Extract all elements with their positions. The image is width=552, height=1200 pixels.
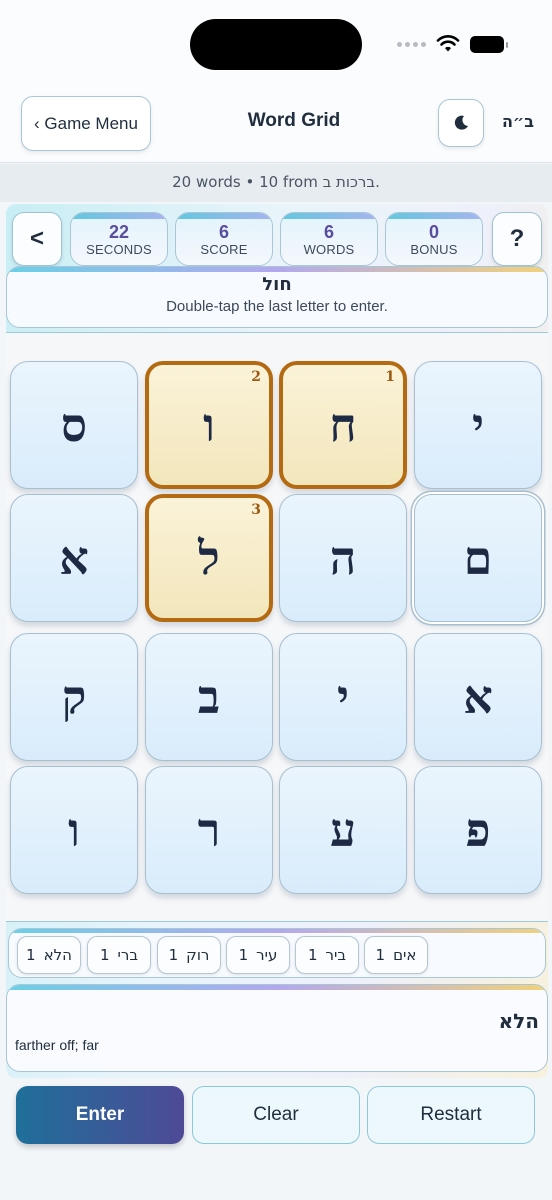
tile-letter: א [463, 670, 493, 724]
letter-tile[interactable]: ר [145, 766, 273, 894]
dynamic-island [190, 19, 362, 70]
tile-letter: ח [329, 398, 357, 452]
selection-order: 2 [251, 369, 261, 385]
tile-letter: ר [197, 803, 221, 857]
stat-words-value: 6 [323, 222, 334, 242]
tile-letter: ו [203, 398, 215, 452]
tile-letter: ם [463, 531, 493, 585]
tile-letter: ו [68, 803, 80, 857]
tile-letter: י [471, 398, 485, 452]
found-word-chip[interactable]: 1 הלא [17, 936, 81, 974]
stat-words: 6 WORDS [280, 212, 378, 266]
game-subtitle: 20 words • 10 from ברכות ב. [0, 164, 552, 202]
stat-seconds-value: 22 [108, 222, 130, 242]
tile-letter: ה [329, 531, 357, 585]
game-menu-button[interactable]: ‹ Game Menu [21, 96, 151, 151]
selection-order: 1 [385, 369, 395, 385]
tile-letter: ב [197, 670, 221, 724]
stat-bonus-value: 0 [428, 222, 439, 242]
help-button[interactable]: ? [492, 212, 542, 266]
letter-tile[interactable]: י [414, 361, 542, 489]
found-word: ביר [325, 946, 347, 964]
stat-score: 6 SCORE [175, 212, 273, 266]
found-word: רוק [186, 946, 210, 964]
found-word-count: 1 [99, 946, 110, 964]
letter-tile[interactable]: ס [10, 361, 138, 489]
letter-tile[interactable]: ה [279, 494, 407, 622]
letter-tile[interactable]: א [10, 494, 138, 622]
stat-words-label: WORDS [303, 242, 355, 257]
found-word-chip[interactable]: 1 ברי [87, 936, 151, 974]
letter-grid: ס 2 ו 1 ח י א 3 ל ה ם ק ב י א ו ר ע פ [6, 332, 548, 922]
stat-bonus-label: BONUS [410, 242, 458, 257]
wifi-icon [436, 35, 460, 52]
found-word-count: 1 [26, 946, 36, 964]
enter-button[interactable]: Enter [16, 1086, 184, 1144]
current-word: חול [262, 274, 292, 295]
stats-bar: < 22 SECONDS 6 SCORE 6 WORDS 0 BONUS ? [12, 212, 542, 266]
found-word-chip[interactable]: 1 רוק [157, 936, 221, 974]
found-words-list: 1 הלא 1 ברי 1 רוק 1 עיר 1 ביר 1 אים [8, 928, 546, 978]
previous-button[interactable]: < [12, 212, 62, 266]
status-bar [0, 0, 552, 88]
stat-score-label: SCORE [200, 242, 248, 257]
current-word-box: חול Double-tap the last letter to enter. [6, 266, 548, 328]
signal-icon [397, 41, 426, 47]
found-word-chip[interactable]: 1 ביר [295, 936, 359, 974]
letter-tile-last[interactable]: ם [414, 494, 542, 622]
restart-button[interactable]: Restart [367, 1086, 535, 1144]
tile-letter: א [59, 531, 89, 585]
tile-letter: י [336, 670, 350, 724]
stat-bonus: 0 BONUS [385, 212, 483, 266]
stat-score-value: 6 [218, 222, 229, 242]
tile-letter: ס [60, 398, 88, 452]
found-word-count: 1 [375, 946, 386, 964]
letter-tile[interactable]: ע [279, 766, 407, 894]
letter-tile[interactable]: ב [145, 633, 273, 761]
letter-tile[interactable]: י [279, 633, 407, 761]
hint-text: Double-tap the last letter to enter. [166, 298, 388, 315]
moon-icon [454, 115, 468, 130]
found-word: עיר [256, 946, 278, 964]
found-word: ברי [117, 946, 139, 964]
letter-tile-selected[interactable]: 3 ל [145, 494, 273, 622]
definition-word: הלא [498, 1009, 539, 1033]
letter-tile[interactable]: ו [10, 766, 138, 894]
stat-seconds-label: SECONDS [86, 242, 152, 257]
definition-text: farther off; far [15, 1037, 99, 1053]
found-word-count: 1 [238, 946, 249, 964]
letter-tile[interactable]: פ [414, 766, 542, 894]
tile-letter: ק [61, 670, 87, 724]
found-word: אים [393, 946, 417, 964]
game-panel: < 22 SECONDS 6 SCORE 6 WORDS 0 BONUS ? ח… [6, 204, 548, 1078]
stat-seconds: 22 SECONDS [70, 212, 168, 266]
selection-order: 3 [251, 502, 261, 518]
letter-tile[interactable]: א [414, 633, 542, 761]
status-icons [397, 35, 508, 53]
found-word-count: 1 [307, 946, 318, 964]
tile-letter: ע [329, 803, 357, 857]
dark-mode-button[interactable] [438, 99, 484, 147]
letter-tile[interactable]: ק [10, 633, 138, 761]
page-title: Word Grid [247, 110, 341, 131]
clear-button[interactable]: Clear [192, 1086, 360, 1144]
battery-icon [470, 35, 508, 53]
letter-tile-selected[interactable]: 2 ו [145, 361, 273, 489]
action-bar: Enter Clear Restart [0, 1086, 552, 1146]
tile-letter: פ [465, 803, 491, 857]
found-word-chip[interactable]: 1 עיר [226, 936, 290, 974]
found-word-chip[interactable]: 1 אים [364, 936, 428, 974]
found-word-count: 1 [168, 946, 179, 964]
bh-label: ב״ה [501, 112, 535, 131]
app-header: ‹ Game Menu Word Grid ב״ה [0, 88, 552, 163]
tile-letter: ל [198, 531, 220, 585]
letter-tile-selected[interactable]: 1 ח [279, 361, 407, 489]
found-word: הלא [43, 946, 72, 964]
definition-box: הלא farther off; far [6, 984, 548, 1072]
